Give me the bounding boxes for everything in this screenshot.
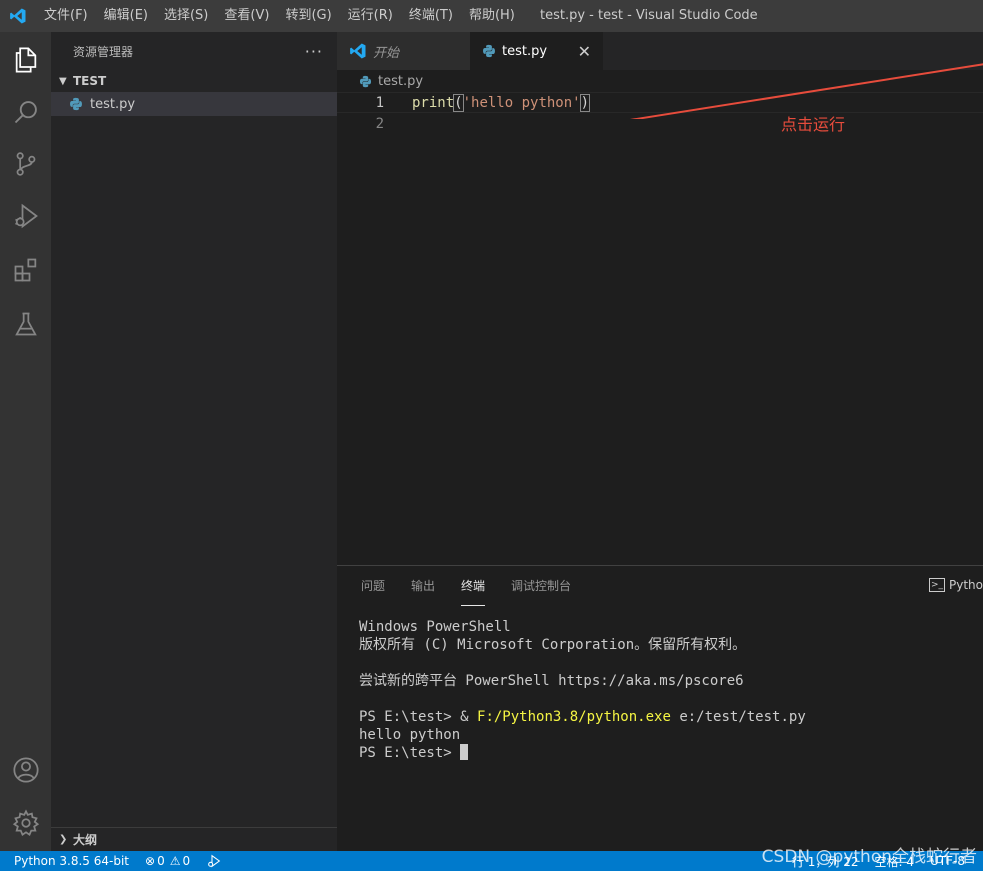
status-right: 行 1，列 22 空格: 4 UTF-8 (784, 851, 973, 871)
string-token: 'hello python' (462, 94, 581, 111)
encoding[interactable]: UTF-8 (922, 854, 973, 868)
terminal-command-line: PS E:\test> & F:/Python3.8/python.exe e:… (359, 708, 983, 726)
terminal-name: Pytho (949, 578, 983, 592)
python-file-icon (359, 75, 372, 87)
run-debug-icon[interactable] (0, 192, 51, 240)
terminal-line: hello python (359, 727, 461, 743)
vscode-tab-icon (350, 43, 366, 59)
explorer-sidebar: 资源管理器 ··· ▼ TEST test.py ❯ 大纲 (51, 32, 337, 851)
terminal-icon: >_ (929, 578, 945, 592)
python-interpreter[interactable]: Python 3.8.5 64-bit (0, 854, 137, 868)
menu-edit[interactable]: 编辑(E) (96, 0, 156, 32)
source-control-icon[interactable] (0, 140, 51, 188)
terminal-prompt: PS E:\test> (359, 745, 461, 761)
editor-tabs: 开始 test.py ✕ (337, 32, 983, 70)
menu-file[interactable]: 文件(F) (36, 0, 96, 32)
menu-view[interactable]: 查看(V) (216, 0, 277, 32)
annotation-text: 点击运行 (781, 115, 846, 134)
tab-label: test.py (502, 43, 548, 59)
outline-label: 大纲 (73, 833, 98, 847)
breadcrumb[interactable]: test.py (337, 70, 983, 92)
terminal-output[interactable]: Windows PowerShell 版权所有 (C) Microsoft Co… (337, 606, 983, 762)
tab-output[interactable]: 输出 (411, 566, 435, 606)
file-item-test-py[interactable]: test.py (51, 92, 337, 116)
menu-terminal[interactable]: 终端(T) (401, 0, 461, 32)
sidebar-header: 资源管理器 ··· (51, 32, 337, 70)
warning-count: 0 (182, 854, 191, 868)
title-bar: 文件(F) 编辑(E) 选择(S) 查看(V) 转到(G) 运行(R) 终端(T… (0, 0, 983, 32)
menu-bar: 文件(F) 编辑(E) 选择(S) 查看(V) 转到(G) 运行(R) 终端(T… (36, 0, 523, 32)
outline-section[interactable]: ❯ 大纲 (51, 827, 337, 851)
explorer-icon[interactable] (0, 36, 51, 84)
panel-tabs: 问题 输出 终端 调试控制台 (337, 566, 983, 606)
bottom-panel: 问题 输出 终端 调试控制台 >_ Pytho Windows PowerShe… (337, 565, 983, 851)
function-token: print (412, 94, 455, 111)
tab-problems[interactable]: 问题 (361, 566, 385, 606)
file-name: test.py (90, 96, 136, 112)
terminal-cursor (460, 744, 469, 760)
terminal-exe-path: F:/Python3.8/python.exe (477, 709, 671, 725)
code-line[interactable]: 1 print('hello python') (337, 92, 983, 113)
breadcrumb-file: test.py (378, 73, 424, 89)
cursor-position[interactable]: 行 1，列 22 (784, 853, 867, 870)
sidebar-title: 资源管理器 (73, 44, 134, 59)
chevron-right-icon: ❯ (59, 834, 68, 845)
settings-gear-icon[interactable] (0, 799, 51, 847)
testing-flask-icon[interactable] (0, 300, 51, 348)
error-icon: ⊗ (145, 854, 156, 868)
menu-help[interactable]: 帮助(H) (461, 0, 523, 32)
code-line[interactable]: 2 (337, 113, 983, 134)
run-debug-status-icon[interactable] (198, 854, 230, 868)
tab-terminal[interactable]: 终端 (461, 566, 486, 606)
terminal-line: Windows PowerShell (359, 619, 511, 635)
python-file-icon (69, 97, 83, 111)
menu-go[interactable]: 转到(G) (277, 0, 339, 32)
terminal-line: 尝试新的跨平台 PowerShell https://aka.ms/pscore… (359, 673, 744, 689)
extensions-icon[interactable] (0, 246, 51, 294)
editor-area: 开始 test.py ✕ test.py 1 print('hello pyth… (337, 32, 983, 565)
terminal-prompt-line: PS E:\test> (359, 744, 983, 762)
terminal-arg: e:/test/test.py (670, 709, 806, 725)
problems-indicator[interactable]: ⊗ 0 ⚠ 0 (137, 854, 198, 868)
python-file-icon (483, 44, 495, 58)
bracket-token: ( (453, 93, 464, 112)
tab-welcome[interactable]: 开始 (337, 32, 470, 70)
search-icon[interactable] (0, 88, 51, 136)
tab-label: 开始 (373, 45, 400, 61)
close-tab-icon[interactable]: ✕ (578, 42, 591, 61)
chevron-down-icon: ▼ (59, 75, 67, 87)
folder-name: TEST (73, 74, 107, 88)
code-text: print('hello python') (412, 93, 591, 112)
terminal-picker[interactable]: >_ Pytho (929, 578, 983, 592)
status-bar: Python 3.8.5 64-bit ⊗ 0 ⚠ 0 行 1，列 22 空格: 4… (0, 851, 983, 871)
vscode-logo-icon (0, 0, 36, 32)
error-count: 0 (157, 854, 165, 868)
activity-bar (0, 32, 51, 851)
terminal-prompt: PS E:\test> & (359, 709, 478, 725)
line-number: 1 (375, 94, 384, 111)
more-actions-icon[interactable]: ··· (305, 42, 323, 61)
folder-section-test[interactable]: ▼ TEST (51, 70, 337, 92)
indentation[interactable]: 空格: 4 (867, 853, 923, 870)
menu-run[interactable]: 运行(R) (340, 0, 401, 32)
tab-test-py[interactable]: test.py ✕ (470, 32, 603, 70)
tab-debug-console[interactable]: 调试控制台 (511, 566, 571, 606)
menu-selection[interactable]: 选择(S) (156, 0, 216, 32)
terminal-line: 版权所有 (C) Microsoft Corporation。保留所有权利。 (359, 637, 747, 653)
accounts-icon[interactable] (0, 746, 51, 794)
line-number: 2 (375, 115, 384, 132)
bracket-token: ) (579, 93, 591, 112)
warning-icon: ⚠ (169, 854, 181, 868)
